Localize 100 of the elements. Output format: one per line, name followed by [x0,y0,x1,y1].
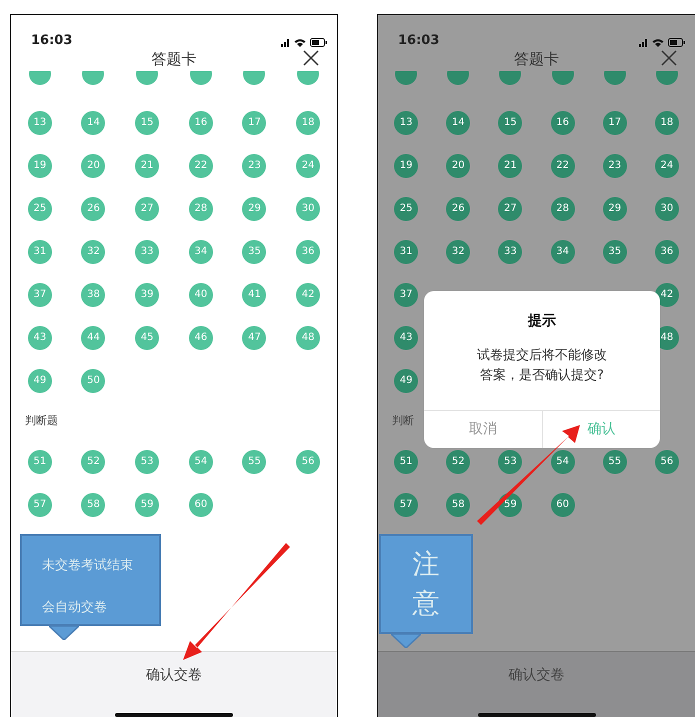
question-number[interactable]: 30 [296,196,320,220]
question-number[interactable]: 47 [242,326,266,350]
question-number[interactable]: 34 [550,240,575,264]
question-number[interactable]: 38 [81,282,106,306]
question-number[interactable]: 25 [28,196,52,220]
question-number[interactable]: 21 [498,154,522,178]
question-number[interactable]: 32 [446,240,470,264]
question-number[interactable]: 22 [188,154,213,178]
dialog-title: 提示 [528,312,556,331]
question-number[interactable]: 26 [446,196,470,220]
question-number[interactable]: 56 [296,450,320,474]
question-number[interactable]: 30 [654,196,679,220]
question-number[interactable]: 18 [296,110,320,134]
question-number[interactable]: 17 [602,110,627,134]
question-number[interactable]: 33 [135,240,160,264]
dialog-message: 试卷提交后将不能修改答案，是否确认提交? [476,347,608,384]
status-time: 16:03 [31,34,72,47]
question-number[interactable]: 41 [242,282,266,306]
question-number[interactable]: 51 [28,450,52,474]
question-number[interactable]: 27 [498,196,522,220]
question-number[interactable]: 43 [394,326,418,350]
question-number[interactable]: 60 [188,492,213,516]
question-number[interactable]: 14 [446,110,470,134]
wifi-icon [294,38,306,47]
callout-text: 注意 [412,548,440,621]
question-number[interactable]: 23 [242,154,266,178]
close-icon[interactable] [303,50,319,66]
question-number[interactable]: 53 [135,450,160,474]
status-time: 16:03 [398,34,440,47]
question-number[interactable]: 36 [296,240,320,264]
question-number[interactable]: 16 [550,110,575,134]
screen-title: 答题卡 [514,48,559,70]
question-number[interactable]: 55 [242,450,266,474]
battery-icon [310,38,327,47]
question-number[interactable]: 35 [602,240,627,264]
question-number[interactable]: 31 [394,240,418,264]
question-number[interactable]: 46 [188,326,213,350]
question-number[interactable]: 49 [28,368,52,392]
question-number[interactable]: 56 [654,450,679,474]
question-number[interactable]: 25 [394,196,418,220]
question-number[interactable]: 52 [446,450,470,474]
question-number[interactable]: 22 [550,154,575,178]
question-number[interactable]: 31 [28,240,52,264]
question-number[interactable]: 51 [394,450,418,474]
question-number[interactable]: 14 [81,110,106,134]
question-number[interactable]: 15 [498,110,522,134]
question-number[interactable]: 48 [296,326,320,350]
callout-text: 未交卷考试结束 [42,557,134,575]
question-number[interactable]: 18 [654,110,679,134]
submit-button[interactable]: 确认交卷 [504,664,568,686]
question-number[interactable]: 54 [550,450,575,474]
question-number[interactable]: 29 [602,196,627,220]
question-number[interactable]: 28 [550,196,575,220]
question-number[interactable]: 24 [654,154,679,178]
question-number[interactable]: 44 [81,326,106,350]
question-number[interactable]: 54 [188,450,213,474]
cancel-button[interactable]: 取消 [424,411,542,448]
question-number[interactable]: 34 [188,240,213,264]
question-number[interactable]: 53 [498,450,522,474]
question-number[interactable]: 45 [135,326,160,350]
question-number[interactable]: 57 [394,492,418,516]
question-number[interactable]: 58 [81,492,106,516]
question-number[interactable]: 20 [81,154,106,178]
question-number[interactable]: 27 [135,196,160,220]
question-number[interactable]: 15 [135,110,160,134]
question-number[interactable]: 39 [135,282,160,306]
question-number[interactable]: 59 [135,492,160,516]
question-number[interactable]: 36 [654,240,679,264]
submit-button[interactable]: 确认交卷 [142,664,206,686]
question-number[interactable]: 33 [498,240,522,264]
question-number[interactable]: 35 [242,240,266,264]
question-number[interactable]: 52 [81,450,106,474]
signal-icon [281,38,290,47]
question-number[interactable]: 37 [28,282,52,306]
question-number[interactable]: 19 [28,154,52,178]
question-number[interactable]: 28 [188,196,213,220]
question-number[interactable]: 50 [81,368,106,392]
question-number[interactable]: 37 [394,282,418,306]
question-number[interactable]: 49 [394,368,418,392]
question-number[interactable]: 43 [28,326,52,350]
question-number[interactable]: 24 [296,154,320,178]
question-number[interactable]: 13 [28,110,52,134]
question-number[interactable]: 16 [188,110,213,134]
question-number[interactable]: 26 [81,196,106,220]
question-number[interactable]: 23 [602,154,627,178]
question-number[interactable]: 32 [81,240,106,264]
battery-icon [668,38,685,47]
question-number[interactable]: 55 [602,450,627,474]
question-number[interactable]: 57 [28,492,52,516]
question-number[interactable]: 29 [242,196,266,220]
question-number[interactable]: 42 [296,282,320,306]
question-number[interactable]: 19 [394,154,418,178]
question-number[interactable]: 60 [550,492,575,516]
question-number[interactable]: 20 [446,154,470,178]
question-number[interactable]: 21 [135,154,160,178]
question-number[interactable]: 58 [446,492,470,516]
question-number[interactable]: 13 [394,110,418,134]
question-number[interactable]: 17 [242,110,266,134]
section-heading: 判断 [392,412,414,429]
question-number[interactable]: 40 [188,282,213,306]
